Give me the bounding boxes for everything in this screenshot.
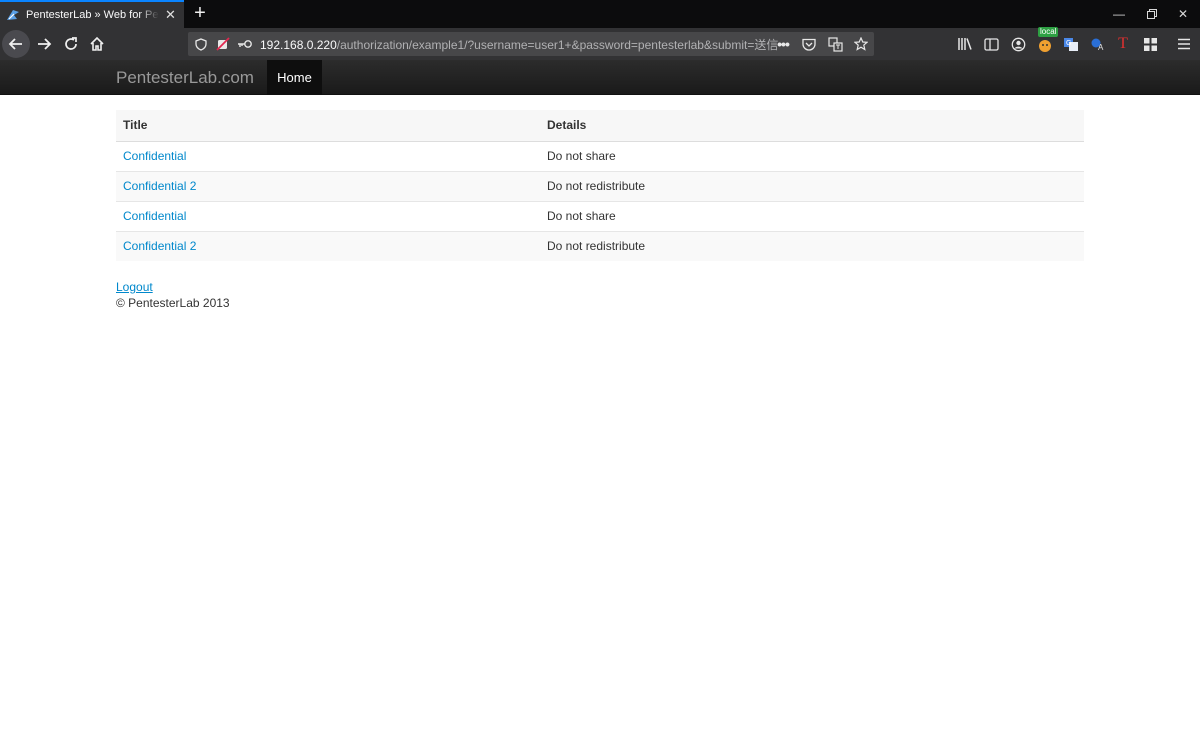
table-header-row: Title Details: [116, 110, 1084, 142]
browser-tab[interactable]: PentesterLab » Web for Pentester ✕: [0, 0, 184, 28]
star-icon[interactable]: [852, 35, 870, 53]
site-brand[interactable]: PentesterLab.com: [116, 68, 254, 88]
translator-extension-icon[interactable]: A: [1086, 32, 1110, 56]
site-navbar: PentesterLab.com Home: [0, 60, 1200, 95]
table-row: Confidential 2 Do not redistribute: [116, 170, 1084, 201]
translate-icon[interactable]: [826, 35, 844, 53]
document-link[interactable]: Confidential: [123, 209, 186, 223]
sidebar-icon[interactable]: [979, 32, 1003, 56]
extensions-grid-icon[interactable]: [1138, 32, 1162, 56]
shield-icon[interactable]: [192, 35, 210, 53]
nav-home-link[interactable]: Home: [267, 60, 322, 95]
tab-title: PentesterLab » Web for Pentester: [26, 9, 159, 21]
minimize-icon[interactable]: —: [1102, 0, 1136, 28]
close-window-icon[interactable]: ✕: [1166, 0, 1200, 28]
ellipsis-icon[interactable]: •••: [774, 35, 792, 53]
url-path: /authorization/example1/?username=user1+…: [336, 37, 779, 52]
details-cell: Do not share: [540, 140, 1084, 171]
title-cell: Confidential 2: [116, 170, 540, 201]
title-cell: Confidential: [116, 200, 540, 231]
arrow-left-icon[interactable]: [2, 30, 30, 58]
hamburger-icon[interactable]: [1172, 32, 1196, 56]
url-text[interactable]: 192.168.0.220/authorization/example1/?us…: [260, 36, 778, 53]
library-icon[interactable]: [953, 32, 977, 56]
google-translate-icon[interactable]: G: [1059, 32, 1083, 56]
url-bar[interactable]: 192.168.0.220/authorization/example1/?us…: [188, 32, 874, 56]
copyright-text: © PentesterLab 2013: [116, 296, 230, 310]
url-host: 192.168.0.220: [260, 37, 337, 52]
document-link[interactable]: Confidential: [123, 149, 186, 163]
logout-link[interactable]: Logout: [116, 280, 153, 294]
key-icon[interactable]: [236, 35, 254, 53]
pentesterlab-logo-icon: [6, 8, 20, 22]
table-row: Confidential Do not share: [116, 200, 1084, 231]
local-badge: local: [1038, 27, 1059, 37]
browser-toolbar: 192.168.0.220/authorization/example1/?us…: [0, 27, 1200, 60]
restore-icon[interactable]: [1135, 0, 1169, 28]
column-header-title: Title: [116, 110, 540, 142]
document-link[interactable]: Confidential 2: [123, 179, 196, 193]
plus-icon[interactable]: +: [190, 3, 210, 24]
details-cell: Do not redistribute: [540, 230, 1084, 261]
title-cell: Confidential 2: [116, 230, 540, 261]
title-cell: Confidential: [116, 140, 540, 171]
account-icon[interactable]: [1006, 32, 1030, 56]
blocked-permission-icon[interactable]: [214, 35, 232, 53]
home-icon[interactable]: [83, 30, 111, 58]
details-cell: Do not redistribute: [540, 170, 1084, 201]
browser-tab-bar: PentesterLab » Web for Pentester ✕ + — ✕: [0, 0, 1200, 28]
table-row: Confidential Do not share: [116, 140, 1084, 171]
svg-text:A: A: [1098, 43, 1104, 52]
reload-icon[interactable]: [57, 30, 85, 58]
svg-text:G: G: [1066, 40, 1071, 47]
close-icon[interactable]: ✕: [163, 7, 178, 23]
extension-local-icon[interactable]: local: [1033, 27, 1059, 56]
pocket-icon[interactable]: [800, 35, 818, 53]
details-cell: Do not share: [540, 200, 1084, 231]
document-link[interactable]: Confidential 2: [123, 239, 196, 253]
documents-table: Title Details Confidential Do not share …: [116, 110, 1084, 261]
t-extension-icon[interactable]: T: [1111, 32, 1135, 56]
arrow-right-icon[interactable]: [30, 30, 58, 58]
column-header-details: Details: [540, 110, 1084, 142]
table-row: Confidential 2 Do not redistribute: [116, 230, 1084, 261]
